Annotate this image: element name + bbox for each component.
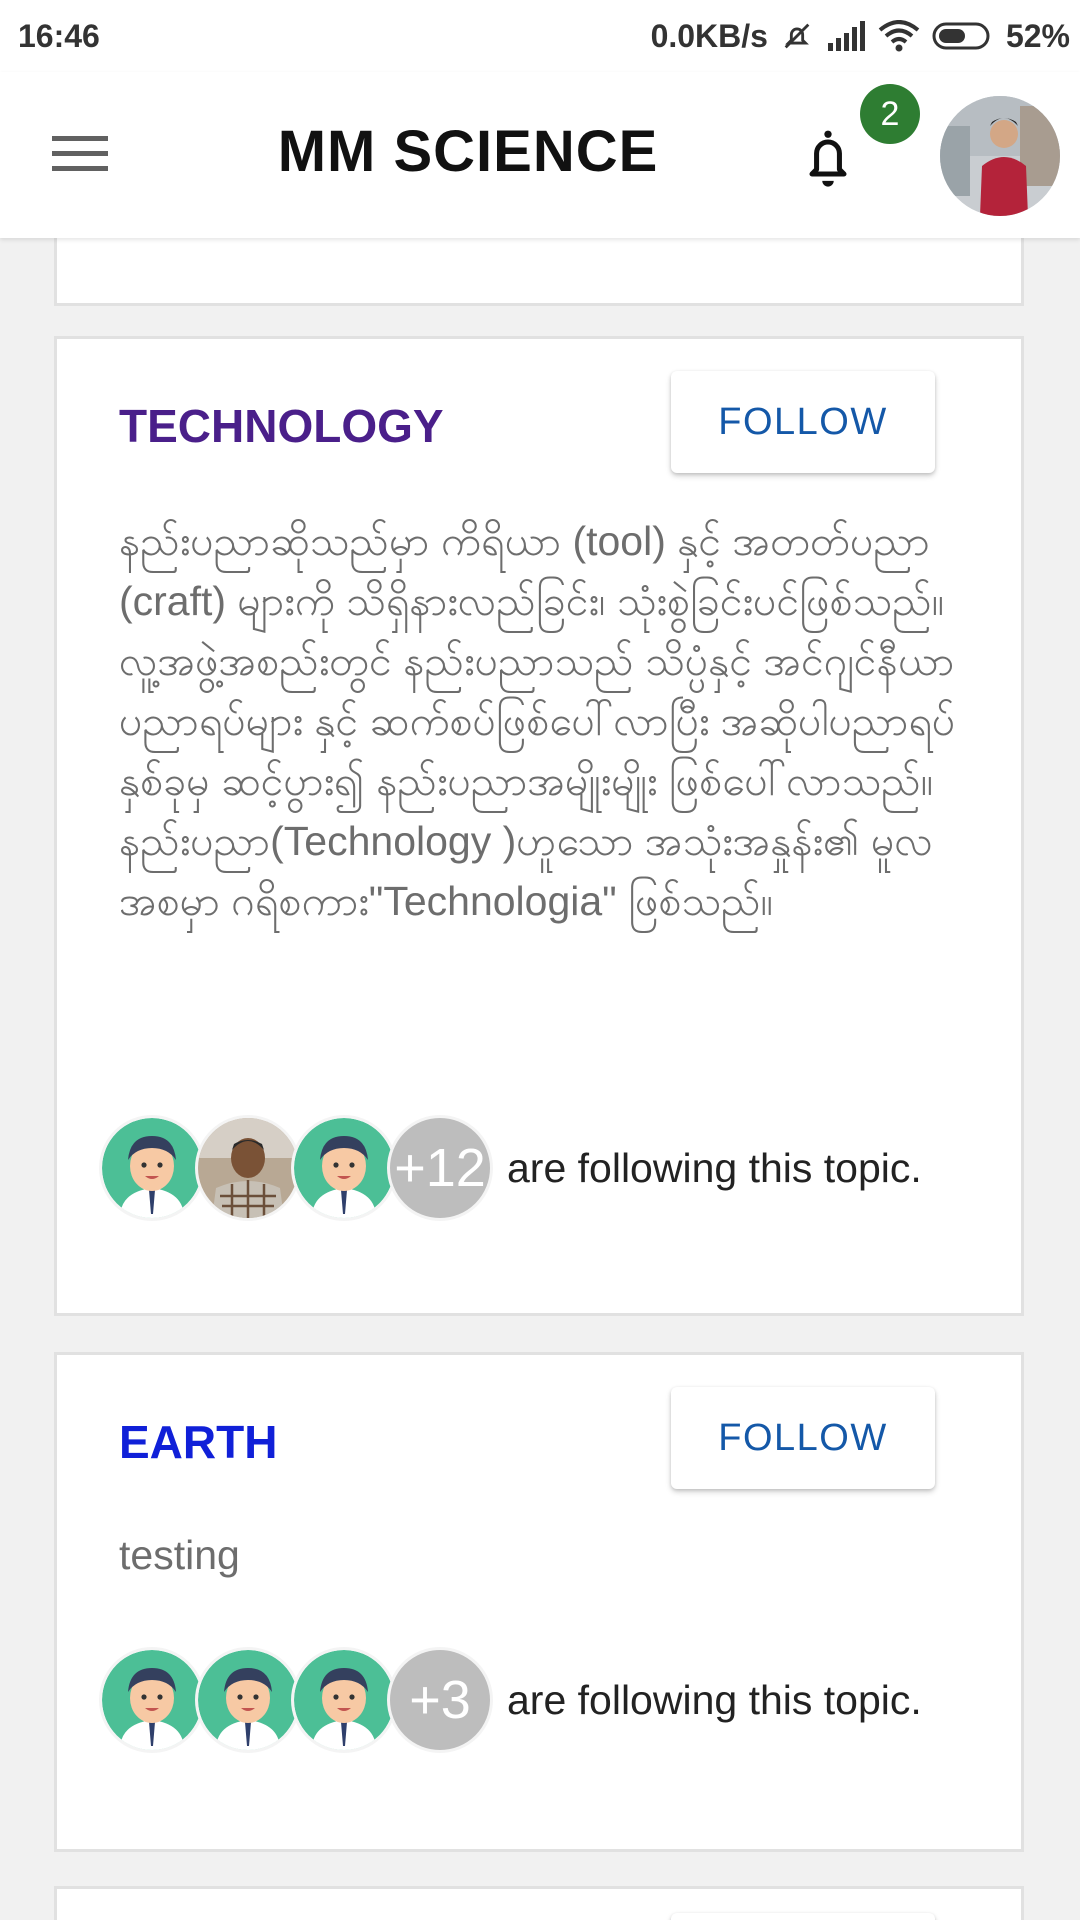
muted-icon xyxy=(780,19,814,53)
wifi-icon xyxy=(878,20,920,52)
followers-text: are following this topic. xyxy=(507,1144,922,1191)
followers-row[interactable]: +12 are following this topic. xyxy=(99,1113,922,1223)
follower-count-badge: +3 xyxy=(387,1647,493,1753)
bell-icon xyxy=(809,128,847,187)
follower-avatar xyxy=(195,1647,301,1753)
notification-badge: 2 xyxy=(860,84,920,144)
follower-avatar xyxy=(195,1115,301,1221)
topic-title[interactable]: TECHNOLOGY xyxy=(119,399,444,453)
topic-description: testing xyxy=(119,1532,240,1578)
status-bar: 16:46 0.0KB/s 52% xyxy=(0,0,1080,72)
screen: 16:46 0.0KB/s 52% MM SCIENCE 2 TECHNOLOG… xyxy=(0,0,1080,1920)
battery-icon xyxy=(932,21,994,51)
follow-button[interactable]: FOLLOW xyxy=(671,371,935,473)
follower-avatar xyxy=(99,1115,205,1221)
topic-description: နည်းပညာဆိုသည်မှာ ကိရိယာ (tool) နှင့် အတတ… xyxy=(119,518,956,924)
followers-row[interactable]: +3 are following this topic. xyxy=(99,1645,922,1755)
follow-button[interactable]: FOLLOW xyxy=(671,1387,935,1489)
status-indicators: 0.0KB/s 52% xyxy=(651,14,1070,58)
app-bar: MM SCIENCE 2 xyxy=(0,72,1080,238)
follower-count-badge: +12 xyxy=(387,1115,493,1221)
next-topic-card xyxy=(54,1886,1024,1920)
topic-title[interactable]: EARTH xyxy=(119,1415,277,1469)
follower-avatar xyxy=(99,1647,205,1753)
topic-card-earth: EARTH FOLLOW testing +3 are following th… xyxy=(54,1352,1024,1852)
network-speed: 0.0KB/s xyxy=(650,17,768,54)
status-time: 16:46 xyxy=(18,18,100,54)
topic-card-technology: TECHNOLOGY FOLLOW နည်းပညာဆိုသည်မှာ ကိရိယ… xyxy=(54,336,1024,1316)
follower-avatar xyxy=(291,1115,397,1221)
followers-text: are following this topic. xyxy=(507,1676,922,1723)
notifications-button[interactable] xyxy=(786,116,870,200)
follower-avatar xyxy=(291,1647,397,1753)
signal-icon xyxy=(826,21,866,51)
user-avatar[interactable] xyxy=(940,96,1060,216)
battery-level: 52% xyxy=(1005,17,1070,54)
follow-button[interactable] xyxy=(671,1913,935,1920)
